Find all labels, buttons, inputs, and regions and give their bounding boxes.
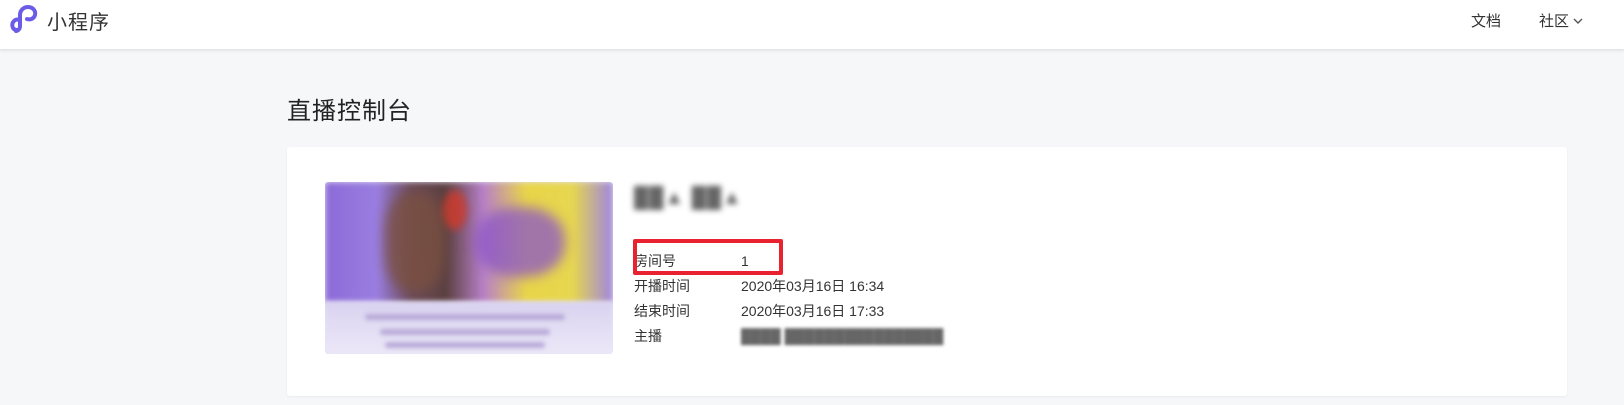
live-room-card: ██▲ ██▲ 房间号 1 开播时间 2020年03月16日 16:34 结束时… (287, 147, 1567, 396)
nav-community-label: 社区 (1538, 13, 1569, 30)
live-room-title: ██▲ ██▲ (634, 187, 743, 209)
start-time-label: 开播时间 (634, 278, 690, 294)
cover-figure (385, 192, 445, 292)
end-time-label: 结束时间 (634, 303, 690, 319)
anchor-value: ████ ████████████████ (741, 328, 944, 344)
cover-caption-line (365, 314, 565, 320)
chevron-down-icon (1573, 18, 1583, 24)
mini-program-logo-icon (10, 4, 38, 33)
brand-name: 小程序 (47, 11, 110, 34)
cover-badge (475, 207, 565, 277)
top-navbar: 小程序 文档 社区 (0, 0, 1624, 50)
cover-top-area (325, 182, 613, 302)
live-cover-image[interactable] (325, 182, 613, 354)
nav-community[interactable]: 社区 (1539, 10, 1584, 31)
cover-caption-line (385, 342, 545, 348)
room-number-highlight (633, 239, 783, 275)
start-time-value: 2020年03月16日 16:34 (741, 278, 885, 294)
cover-decoration (443, 190, 467, 230)
brand[interactable]: 小程序 (8, 3, 110, 37)
nav-docs[interactable]: 文档 (1471, 10, 1501, 31)
cover-caption-line (380, 329, 550, 335)
top-nav: 文档 社区 (1433, 10, 1584, 31)
anchor-label: 主播 (634, 328, 662, 344)
nav-docs-label: 文档 (1470, 13, 1501, 30)
page-title: 直播控制台 (287, 98, 412, 125)
end-time-value: 2020年03月16日 17:33 (741, 303, 885, 319)
